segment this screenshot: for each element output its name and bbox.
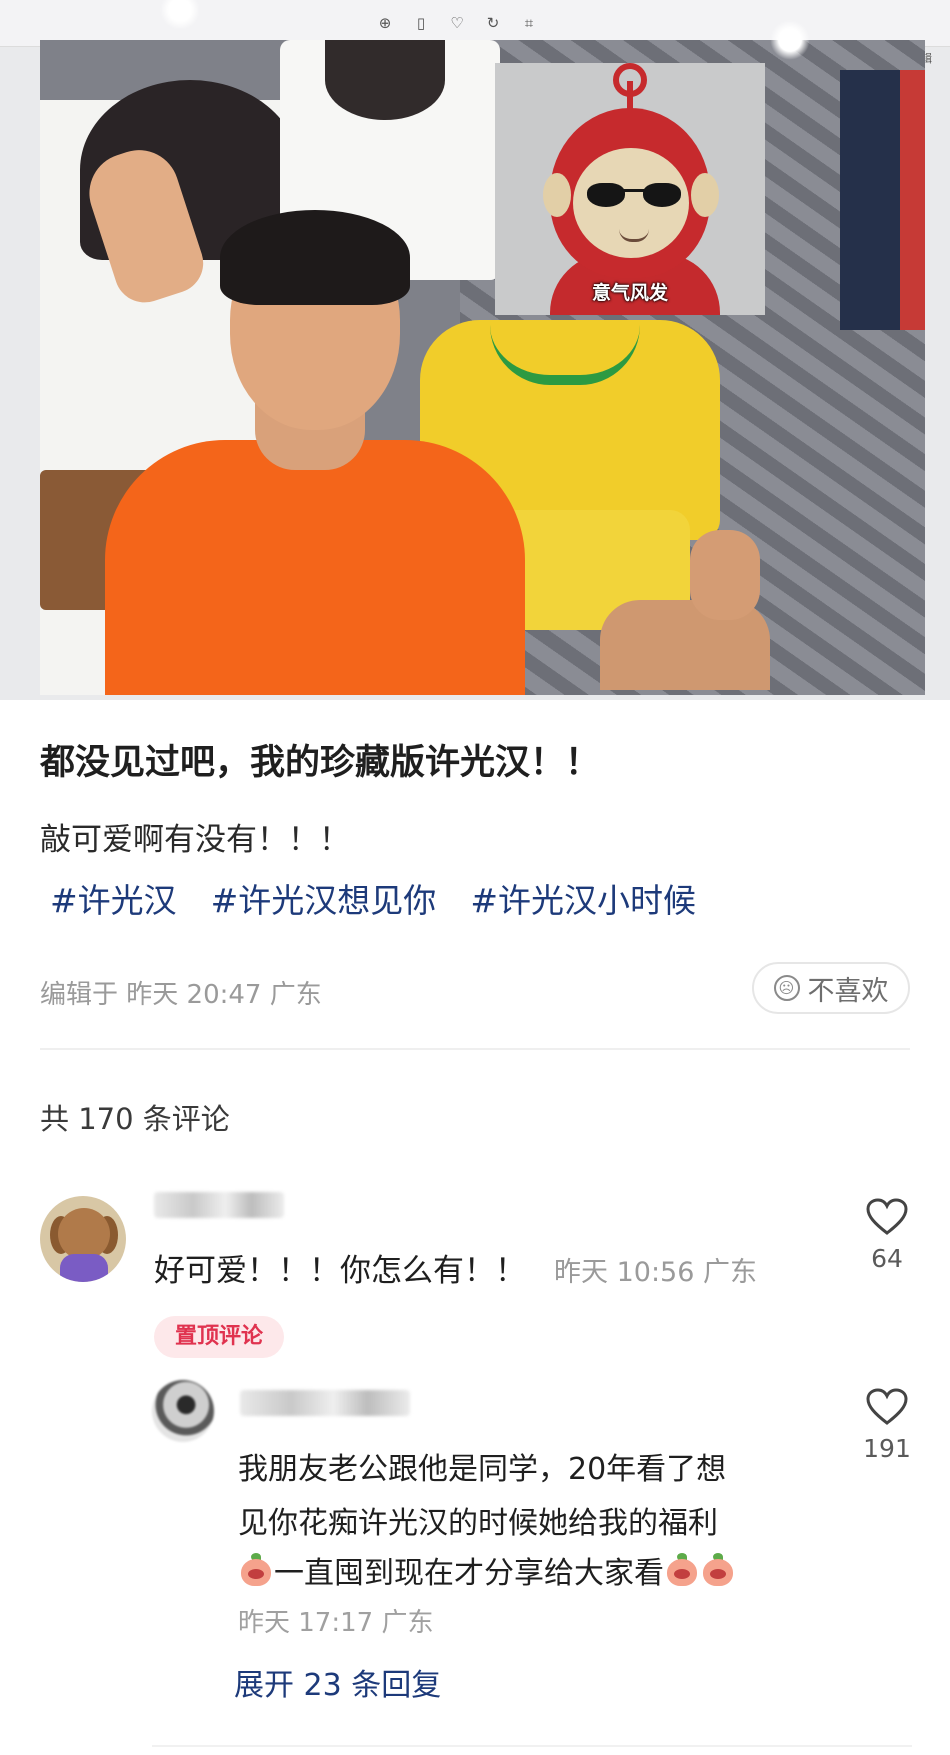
post-body: 敲可爱啊有没有！！！ [40,822,350,858]
crop-icon[interactable]: ⌗ [520,14,538,32]
post-photo[interactable]: ⊕ ▯ ♡ ↻ ⌗ 搜索 编辑 [0,0,950,700]
boy-hair [220,210,410,305]
dislike-label: 不喜欢 [807,975,889,1007]
rock-hand-gesture [690,530,760,620]
comment-text: 好可爱！！！你怎么有！！ [154,1253,526,1289]
antenna [627,81,633,111]
peach-emoji-icon [701,1553,735,1587]
like-count: 191 [863,1434,911,1463]
reply-time: 昨天 17:17 广东 [238,1608,434,1638]
hashtag-list: #许光汉 #许光汉想见你 #许光汉小时候 [50,874,696,922]
divider [152,1745,912,1747]
comment-count: 共 170 条评论 [40,1102,230,1136]
dislike-button[interactable]: ☹ 不喜欢 [752,962,910,1014]
meme-caption: 意气风发 [591,282,668,304]
comment-body: 好可爱！！！你怎么有！！ 昨天 10:56 广东 [154,1245,757,1290]
post-title: 都没见过吧，我的珍藏版许光汉！！ [40,743,601,783]
heart-icon[interactable] [857,1198,917,1236]
peach-emoji-icon [665,1553,699,1587]
photo-scene [40,40,925,695]
reply-text-line: 见你花痴许光汉的时候她给我的福利 [238,1506,718,1541]
divider [40,1048,910,1050]
reply-text: 一直囤到现在才分享给大家看 [274,1556,664,1591]
expand-replies-button[interactable]: 展开 23 条回复 [234,1660,441,1704]
background-student-hair [325,40,445,120]
like-count: 64 [871,1244,903,1273]
hashtag-link[interactable]: #许光汉 [50,874,177,922]
comment-time: 昨天 10:56 广东 [554,1257,757,1288]
hashtag-link[interactable]: #许光汉小时候 [470,874,696,922]
zoom-icon[interactable]: ⊕ [376,14,394,32]
heart-outline-icon[interactable]: ♡ [448,14,466,32]
reply-like[interactable]: 191 [857,1388,917,1463]
po-ear-left [543,173,571,217]
comment-like[interactable]: 64 [857,1198,917,1273]
delete-icon[interactable]: ▯ [412,14,430,32]
heart-icon[interactable] [857,1388,917,1426]
blurred-username[interactable] [240,1390,410,1416]
hashtag-link[interactable]: #许光汉想见你 [211,874,437,922]
post-edit-meta: 编辑于 昨天 20:47 广东 [40,980,322,1010]
po-ear-right [691,173,719,217]
sad-face-icon: ☹ [773,975,800,1001]
reply-text-line: 我朋友老公跟他是同学，20年看了想 [238,1452,727,1487]
pinned-comment-badge: 置顶评论 [154,1316,284,1358]
screen-glare [770,20,810,60]
background-red-clothes [900,70,925,330]
peach-emoji-icon [239,1553,273,1587]
sunglasses [587,183,681,209]
avatar[interactable] [40,1196,126,1282]
reply-text-line-with-emoji: 一直囤到现在才分享给大家看 [238,1548,736,1592]
rotate-icon[interactable]: ↻ [484,14,502,32]
teletubby-meme-sticker: 意气风发 [495,63,765,315]
avatar[interactable] [152,1380,214,1442]
blurred-username[interactable] [154,1192,284,1218]
orange-shirt-boy [105,440,525,695]
